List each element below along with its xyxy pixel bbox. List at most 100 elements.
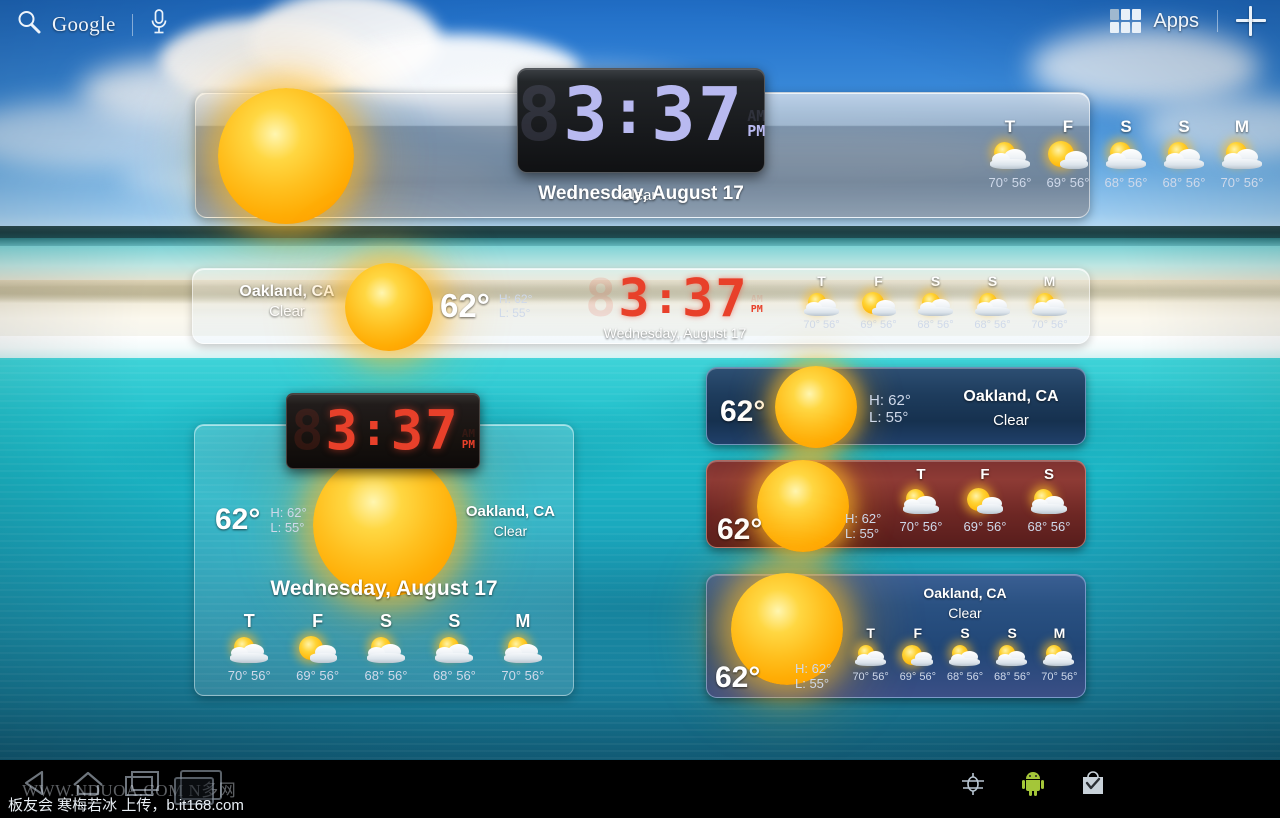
forecast-temps: 70° 56°	[1031, 319, 1068, 331]
forecast-column: T 70° 56°	[889, 466, 953, 534]
home-screen: Google Apps Oakland, CA	[0, 0, 1280, 818]
digital-clock-red[interactable]: 8 3 : 37 AM PM	[286, 393, 480, 469]
forecast-day: F	[1062, 117, 1074, 136]
status-icon-group	[960, 770, 1106, 801]
forecast-column: T 70° 56°	[793, 273, 850, 331]
watermark-bottom: 板友会 寒梅若冰 上传，b.it168.com	[8, 797, 244, 814]
forecast-day: F	[980, 466, 990, 483]
forecast-temps: 70° 56°	[899, 519, 943, 534]
forecast-day: S	[1178, 117, 1190, 136]
top-search-bar: Google Apps	[0, 0, 1280, 46]
condition-label: Clear	[493, 523, 528, 539]
forecast-column: M 70° 56°	[1036, 625, 1083, 683]
clock-hours: 3	[325, 399, 361, 462]
plus-icon[interactable]	[1236, 6, 1266, 36]
w2-date-label: Wednesday, August 17	[603, 325, 747, 341]
partly-cloudy-icon	[901, 487, 941, 516]
partly-cloudy-icon	[854, 644, 888, 668]
digital-clock-blue[interactable]: 8 3 : 37 AM PM	[517, 68, 765, 173]
clock-colon: :	[360, 402, 390, 456]
current-temp: 62°	[720, 395, 766, 428]
forecast-temps: 70° 56°	[988, 175, 1032, 190]
blue-compact-weather-widget[interactable]: 62° H: 62° L: 55° Oakland, CA Clear	[706, 366, 1086, 448]
forecast-temps: 69° 56°	[899, 671, 936, 683]
sun-icon	[757, 460, 849, 552]
clock-minutes: 37	[390, 399, 460, 462]
mostly-sunny-icon	[297, 635, 339, 665]
forecast-temps: 68° 56°	[946, 671, 984, 683]
market-bag-check-icon[interactable]	[1080, 770, 1106, 801]
partly-cloudy-icon	[1042, 644, 1076, 668]
red-forecast-weather-widget[interactable]: 62° H: 62° L: 55° T 70° 56° F 69° 56° S …	[706, 460, 1086, 552]
usb-debug-icon[interactable]	[960, 770, 986, 801]
forecast-column: M 70° 56°	[1021, 273, 1078, 331]
clock-blank-digit: 8	[516, 72, 564, 158]
w1-date-label: Wednesday, August 17	[538, 183, 744, 204]
system-navigation-bar: WWW.NDUOA.COM N多网 板友会 寒梅若冰 上传，b.it168.co…	[0, 760, 1280, 818]
forecast-temps: 68° 56°	[994, 671, 1031, 683]
blue-forecast-weather-widget[interactable]: 62° H: 62° L: 55° Oakland, CA Clear T 70…	[706, 573, 1086, 698]
forecast-day: F	[874, 273, 883, 289]
forecast-column: T 70° 56°	[847, 625, 894, 683]
google-search-widget[interactable]: Google	[16, 8, 169, 41]
condition-label: Clear	[269, 303, 305, 320]
forecast-column: S 68° 56°	[989, 625, 1036, 683]
partly-cloudy-icon	[803, 291, 841, 318]
mostly-sunny-icon	[965, 487, 1005, 516]
forecast-temps: 69° 56°	[860, 319, 897, 331]
forecast-column: S 68° 56°	[420, 611, 488, 683]
mostly-sunny-icon	[1046, 140, 1090, 172]
clock-am-label: AM	[750, 294, 763, 305]
clock-colon: :	[652, 273, 682, 324]
forecast-day: M	[1043, 273, 1056, 289]
search-icon[interactable]	[16, 9, 42, 40]
forecast-day: M	[1053, 625, 1066, 641]
forecast-temps: 68° 56°	[1162, 175, 1206, 190]
clock-pm-label: PM	[461, 438, 475, 451]
forecast-day: S	[930, 273, 941, 289]
forecast-column: S 68° 56°	[1097, 117, 1155, 190]
current-temp: 62°	[215, 503, 261, 536]
clock-blank-digit: 8	[585, 269, 619, 329]
forecast-temps: 68° 56°	[917, 319, 954, 331]
forecast-temps: 70° 56°	[1041, 671, 1078, 683]
clock-am-label: AM	[747, 107, 766, 125]
forecast-day: T	[243, 611, 255, 631]
apps-label[interactable]: Apps	[1153, 10, 1199, 33]
high-temp: H: 62°	[869, 392, 911, 409]
forecast-column: F 69° 56°	[850, 273, 907, 331]
location-label: Oakland, CA	[963, 388, 1059, 405]
partly-cloudy-icon	[917, 291, 955, 318]
divider	[131, 13, 133, 36]
forecast-day: F	[913, 625, 923, 641]
forecast-temps: 70° 56°	[227, 668, 271, 683]
clock-pm-label: PM	[750, 304, 763, 315]
forecast-column: S 68° 56°	[907, 273, 964, 331]
location-label: Oakland, CA	[465, 503, 555, 520]
forecast-day: F	[312, 611, 324, 631]
low-temp: L: 55°	[845, 526, 880, 541]
forecast-day: T	[916, 466, 926, 483]
apps-grid-icon[interactable]	[1110, 9, 1142, 33]
high-temp: H: 62°	[795, 661, 832, 676]
forecast-days-row: T 70° 56° F 69° 56° S 68° 56° S 68° 56° …	[981, 117, 1271, 190]
forecast-temps: 70° 56°	[852, 671, 889, 683]
forecast-column: T 70° 56°	[981, 117, 1039, 190]
location-label: Oakland, CA	[923, 585, 1007, 601]
forecast-column: S 68° 56°	[941, 625, 988, 683]
forecast-temps: 69° 56°	[963, 519, 1007, 534]
partly-cloudy-icon	[948, 644, 982, 668]
translucent-slim-weather-widget[interactable]: Oakland, CA Clear 62° H: 62° L: 55° 8 3 …	[192, 263, 1090, 351]
google-label[interactable]: Google	[52, 12, 116, 37]
forecast-temps: 68° 56°	[1027, 519, 1071, 534]
sun-icon	[313, 453, 457, 597]
clock-hours: 3	[618, 269, 652, 329]
low-temp: L: 55°	[498, 306, 531, 320]
forecast-day: T	[817, 273, 826, 289]
condition-label: Clear	[948, 605, 982, 621]
forecast-column: T 70° 56°	[215, 611, 283, 683]
microphone-icon[interactable]	[149, 8, 169, 41]
android-robot-icon[interactable]	[1020, 770, 1046, 801]
low-temp: L: 55°	[869, 409, 909, 426]
clock-blank-digit: 8	[290, 399, 326, 462]
